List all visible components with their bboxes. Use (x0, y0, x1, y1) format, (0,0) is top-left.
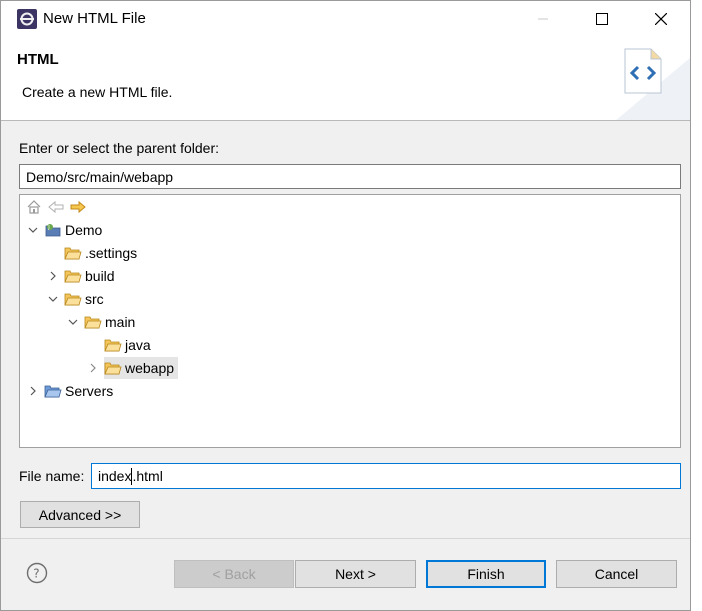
wizard-banner: HTML Create a new HTML file. (1, 37, 690, 121)
tree-item-label: src (85, 291, 104, 307)
selected-item-highlight: webapp (104, 357, 179, 379)
folder-icon (64, 247, 82, 260)
tree-item-label: main (105, 314, 136, 330)
finish-button[interactable]: Finish (426, 560, 546, 588)
svg-text:?: ? (33, 567, 39, 581)
tree-item-label: webapp (125, 360, 175, 376)
banner-description: Create a new HTML file. (22, 84, 173, 100)
next-button[interactable]: Next > (295, 560, 416, 588)
folder-icon (64, 293, 82, 306)
eclipse-app-icon (17, 9, 37, 29)
tree-item-label: build (85, 268, 115, 284)
folder-icon (44, 385, 62, 398)
divider (1, 538, 690, 539)
close-icon (655, 13, 667, 25)
close-button[interactable] (632, 1, 690, 37)
chevron-right-icon[interactable] (46, 269, 60, 283)
banner-title: HTML (17, 51, 59, 68)
project-icon: J (45, 224, 61, 237)
window-title: New HTML File (43, 10, 146, 27)
html-file-icon (616, 48, 690, 120)
folder-tree[interactable]: J Demo .settings build src main java web… (19, 194, 681, 448)
tree-item-servers[interactable]: Servers (26, 380, 113, 402)
dialog-window: New HTML File HTML Create a new HTML fil… (0, 0, 691, 611)
chevron-right-icon[interactable] (86, 361, 100, 375)
back-arrow-icon[interactable] (48, 199, 64, 215)
tree-item-label: java (125, 337, 151, 353)
parent-folder-input[interactable]: Demo/src/main/webapp (19, 164, 681, 189)
file-name-label: File name: (19, 468, 85, 484)
tree-item-build[interactable]: build (46, 265, 115, 287)
forward-arrow-icon[interactable] (70, 199, 86, 215)
tree-item-src[interactable]: src (46, 288, 104, 310)
advanced-button[interactable]: Advanced >> (20, 501, 140, 528)
folder-icon (64, 270, 82, 283)
maximize-icon (596, 13, 608, 25)
tree-item-settings[interactable]: .settings (46, 242, 137, 264)
svg-text:J: J (47, 225, 49, 231)
chevron-down-icon[interactable] (46, 292, 60, 306)
parent-folder-label: Enter or select the parent folder: (19, 140, 219, 156)
back-button[interactable]: < Back (174, 560, 294, 588)
cancel-button[interactable]: Cancel (556, 560, 677, 588)
chevron-down-icon[interactable] (66, 315, 80, 329)
folder-icon (104, 339, 122, 352)
maximize-button[interactable] (573, 1, 631, 37)
tree-item-label: Servers (65, 383, 114, 399)
tree-item-label: Demo (65, 222, 103, 238)
parent-folder-value: Demo/src/main/webapp (26, 168, 174, 185)
tree-item-label: .settings (85, 245, 138, 261)
file-name-input[interactable]: index .html (91, 463, 681, 489)
home-icon[interactable] (26, 199, 42, 215)
file-name-value-start: index (98, 468, 132, 484)
tree-item-java[interactable]: java (86, 334, 151, 356)
tree-item-demo[interactable]: J Demo (26, 219, 102, 241)
chevron-down-icon[interactable] (26, 223, 40, 237)
minimize-button[interactable] (514, 1, 572, 37)
tree-item-webapp[interactable]: webapp (86, 357, 179, 379)
chevron-right-icon[interactable] (26, 384, 40, 398)
folder-icon (104, 362, 122, 375)
tree-item-main[interactable]: main (66, 311, 135, 333)
help-icon[interactable]: ? (26, 562, 48, 584)
title-bar: New HTML File (1, 1, 690, 37)
minimize-icon (538, 18, 548, 20)
file-name-value-end: .html (132, 468, 163, 484)
tree-toolbar (26, 199, 86, 217)
folder-icon (84, 316, 102, 329)
